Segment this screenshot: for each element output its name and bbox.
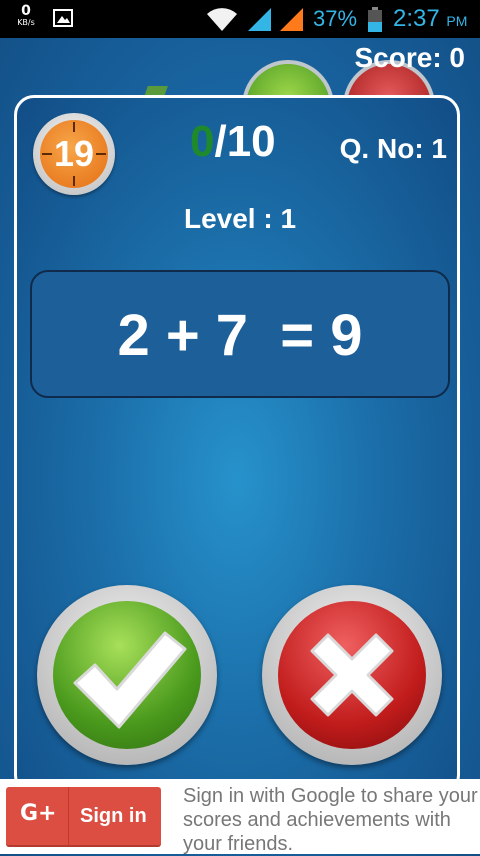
network-speed: 0 KB/s xyxy=(14,4,38,28)
battery-icon xyxy=(368,7,382,32)
gallery-icon xyxy=(53,9,73,27)
total-questions: /10 xyxy=(214,117,276,166)
correct-answer-button[interactable] xyxy=(37,585,217,765)
signin-message: Sign in with Google to share your scores… xyxy=(183,785,478,855)
clock-time: 2:37 xyxy=(393,5,440,32)
signal-icon xyxy=(248,8,271,31)
google-plus-icon: G+ xyxy=(20,801,57,826)
score-label: Score: 0 xyxy=(354,42,466,73)
clock: 2:37 PM xyxy=(393,5,467,33)
button-divider xyxy=(68,787,69,845)
question-number: Q. No: 1 xyxy=(339,133,447,164)
google-signin-button[interactable]: G+ Sign in xyxy=(6,787,161,847)
wrong-answer-button[interactable] xyxy=(262,585,442,765)
wifi-icon xyxy=(207,8,237,32)
timer-icon: 19 xyxy=(40,120,108,188)
signin-button-label: Sign in xyxy=(80,805,147,827)
clock-ampm: PM xyxy=(446,13,468,29)
question-progress: 0/10 xyxy=(190,116,276,168)
cross-icon xyxy=(310,633,394,717)
google-signin-bar: G+ Sign in Sign in with Google to share … xyxy=(0,779,480,855)
network-speed-value: 0 xyxy=(21,3,31,19)
battery-percent: 37% xyxy=(313,6,358,31)
timer-value: 19 xyxy=(53,133,95,174)
timer-badge: 19 xyxy=(33,113,115,195)
equation-text: 2 + 7 = 9 xyxy=(117,303,363,368)
checkmark-icon xyxy=(73,631,187,729)
level-label: Level : 1 xyxy=(183,203,297,234)
network-speed-unit: KB/s xyxy=(17,18,35,27)
equation-box: 2 + 7 = 9 xyxy=(30,270,450,398)
status-bar: 0 KB/s 37% 2:37 PM xyxy=(0,0,480,38)
correct-count: 0 xyxy=(190,117,215,166)
signal-icon xyxy=(280,8,303,31)
